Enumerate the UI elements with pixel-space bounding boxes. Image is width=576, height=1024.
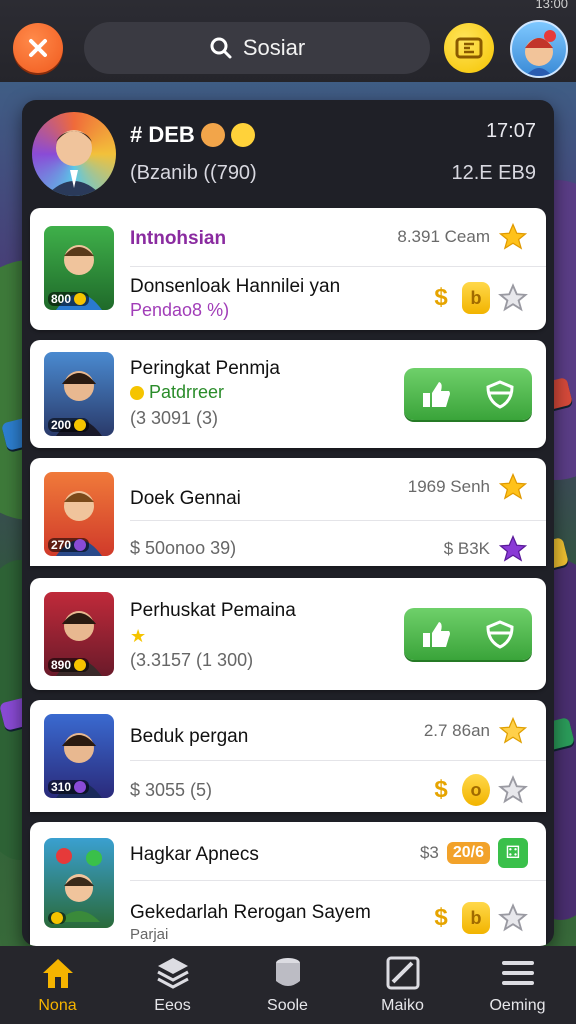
profile-score: 12.E EB9 <box>451 162 536 184</box>
bonus-badge-icon[interactable]: b <box>462 282 490 314</box>
row-meta: $3 20/6 ⚃ <box>420 838 528 868</box>
home-icon <box>42 959 73 988</box>
shield-icon <box>486 380 514 409</box>
row-meta: 1969 Senh <box>408 472 528 502</box>
row-thumbnail: 310 <box>44 714 114 798</box>
row-subtitle: $ 50onoo 39) <box>130 538 237 558</box>
star-outline-icon[interactable] <box>498 775 528 805</box>
star-outline-icon[interactable] <box>498 283 528 313</box>
row-title: Intnohsian <box>130 228 227 249</box>
nav-layers[interactable]: Eeos <box>115 946 230 1024</box>
top-bar: 13:00 Sosiar <box>0 0 576 82</box>
row-detail: Pendao8 %) <box>130 300 230 320</box>
emoji-icon <box>200 123 225 147</box>
thumbs-up-icon <box>423 382 450 407</box>
row-thumbnail: 890 <box>44 592 114 676</box>
row-subtitle: Gekedarlah Rerogan Sayem <box>130 902 371 923</box>
list-item[interactable]: 310 Beduk pergan 2.7 86an $ 3055 (5) $ o <box>30 700 546 812</box>
row-title: Peringkat Penmja <box>130 358 280 379</box>
nav-chart[interactable]: Maiko <box>345 946 460 1024</box>
avatar-face-icon <box>525 30 556 76</box>
search-bar[interactable]: Sosiar <box>84 22 430 74</box>
row-detail: (3.3157 (1 300) <box>130 650 254 670</box>
user-avatar[interactable] <box>510 20 568 78</box>
profile-name: # DEB <box>130 122 255 148</box>
shield-icon <box>486 620 514 649</box>
ticket-button[interactable] <box>444 23 494 73</box>
play-button[interactable] <box>404 368 532 420</box>
thumbs-up-icon <box>423 622 450 647</box>
coin-badge-icon[interactable]: o <box>462 774 490 806</box>
row-status: Patdrreer <box>130 382 224 403</box>
row-sub-meta: $ B3K <box>444 534 528 564</box>
search-label: Sosiar <box>242 35 306 60</box>
row-title: Beduk pergan <box>130 726 249 747</box>
row-actions: $ o <box>428 774 528 806</box>
row-actions: $ b <box>428 902 528 934</box>
nav-menu[interactable]: Oeming <box>460 946 575 1024</box>
layers-icon <box>156 958 189 989</box>
coin-icon: $ <box>434 776 448 803</box>
row-thumbnail: 270 <box>44 472 114 556</box>
close-button[interactable] <box>13 23 63 73</box>
profile-header: # DEB (Bzanib ((790) 17:07 12.E EB9 <box>22 100 554 208</box>
row-star: ★ <box>130 626 146 647</box>
list-item[interactable]: 890 Perhuskat Pemaina ★ (3.3157 (1 300) <box>30 578 546 690</box>
status-time: 13:00 <box>535 0 568 11</box>
list-item[interactable]: 270 Doek Gennai 1969 Senh $ 50onoo 39) $… <box>30 458 546 566</box>
dice-icon[interactable]: ⚃ <box>498 838 528 868</box>
nav-cup[interactable]: Soole <box>230 946 345 1024</box>
row-title: Hagkar Apnecs <box>130 844 259 865</box>
profile-time: 17:07 <box>485 120 536 142</box>
row-title: Doek Gennai <box>130 488 241 509</box>
row-thumbnail <box>44 838 114 928</box>
star-outline-icon[interactable] <box>498 903 528 933</box>
row-detail: Parjai <box>130 926 169 943</box>
row-thumbnail: 200 <box>44 352 114 436</box>
row-thumbnail: 800 <box>44 226 114 310</box>
search-icon <box>210 37 232 59</box>
nav-home[interactable]: Nona <box>0 946 115 1024</box>
cup-icon <box>275 958 300 986</box>
play-button[interactable] <box>404 608 532 660</box>
small-star-icon: ★ <box>130 626 147 646</box>
smiley-icon <box>230 123 255 147</box>
list-item[interactable]: 200 Peringkat Penmja Patdrreer (3 3091 (… <box>30 340 546 448</box>
row-detail: (3 3091 (3) <box>130 408 219 428</box>
row-meta: 2.7 86an <box>424 716 528 746</box>
coin-icon: $ <box>434 284 448 311</box>
row-title: Perhuskat Pemaina <box>130 600 296 621</box>
row-actions: $ b <box>428 282 528 314</box>
close-icon <box>29 39 47 57</box>
row-subtitle: Donsenloak Hannilei yan <box>130 276 341 297</box>
ticket-icon <box>455 37 483 59</box>
coin-icon <box>130 386 144 401</box>
leaderboard-panel: # DEB (Bzanib ((790) 17:07 12.E EB9 800 … <box>22 100 554 946</box>
chart-icon <box>386 956 419 990</box>
list-item[interactable]: Hagkar Apnecs $3 20/6 ⚃ Gekedarlah Rerog… <box>30 822 546 946</box>
star-icon <box>498 222 528 252</box>
coin-icon: $ <box>434 904 448 931</box>
bottom-nav: Nona Eeos Soole Maiko Oeming <box>0 946 576 1024</box>
purple-star-icon[interactable] <box>498 534 528 564</box>
bonus-badge-icon[interactable]: b <box>462 902 490 934</box>
profile-avatar[interactable] <box>32 112 116 196</box>
row-meta: 8.391 Ceam <box>397 222 528 252</box>
menu-icon <box>501 961 534 985</box>
player-portrait-icon <box>46 130 102 196</box>
list-item[interactable]: 800 Intnohsian 8.391 Ceam Donsenloak Han… <box>30 208 546 330</box>
star-icon <box>498 716 528 746</box>
count-badge: 20/6 <box>446 842 490 864</box>
row-subtitle: $ 3055 (5) <box>130 780 213 800</box>
star-icon <box>498 472 528 502</box>
profile-subtitle: (Bzanib ((790) <box>130 162 257 184</box>
